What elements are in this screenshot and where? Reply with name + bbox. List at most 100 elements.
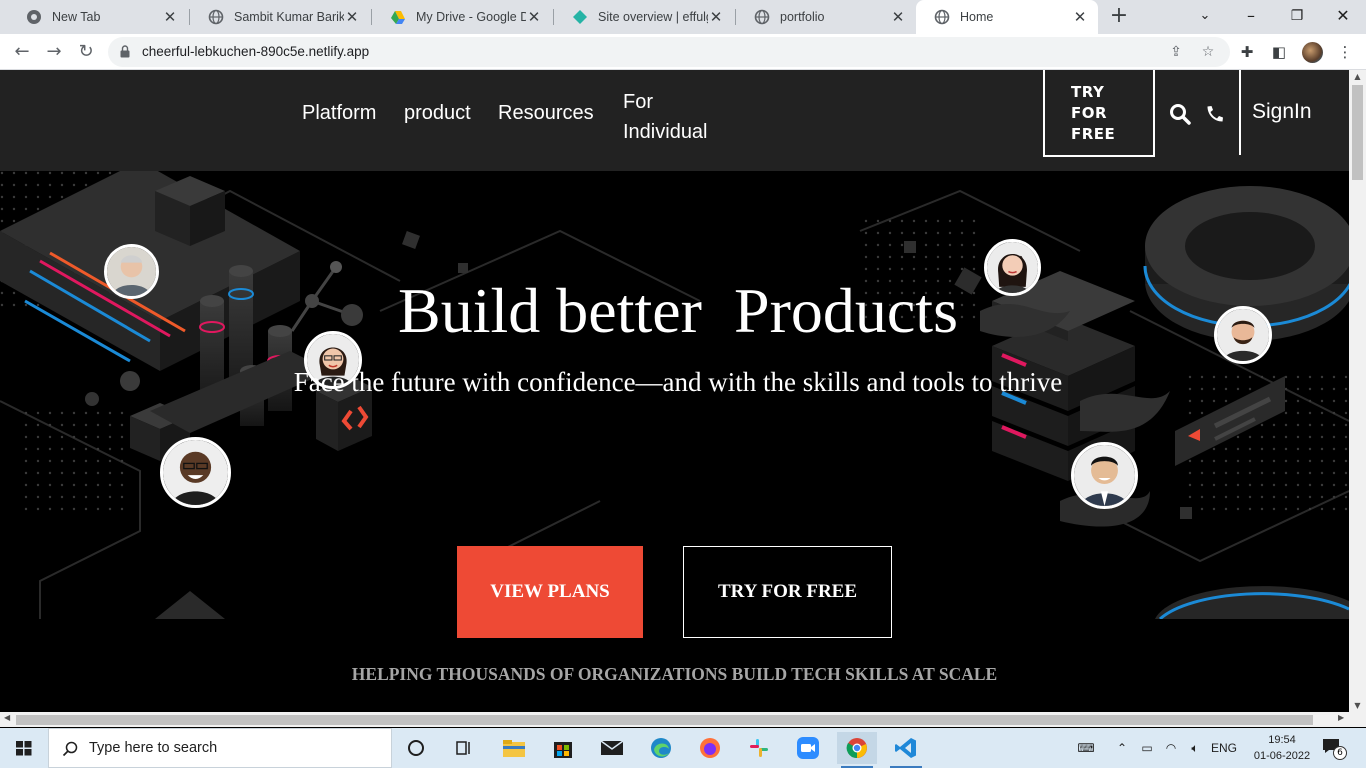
- scroll-down-arrow-icon[interactable]: ▼: [1349, 701, 1366, 710]
- file-explorer-icon[interactable]: [494, 732, 534, 764]
- close-tab-icon[interactable]: ✕: [708, 8, 724, 26]
- nav-for-individual[interactable]: For Individual: [623, 87, 708, 147]
- cortana-icon[interactable]: [396, 732, 436, 764]
- try-line2: FOR: [1071, 104, 1108, 122]
- forward-button[interactable]: →: [40, 38, 68, 66]
- globe-icon: [754, 9, 770, 25]
- chrome-icon: [27, 10, 41, 24]
- restore-button[interactable]: ❐: [1274, 0, 1320, 34]
- close-tab-icon[interactable]: ✕: [890, 8, 906, 26]
- edge-icon[interactable]: [641, 732, 681, 764]
- taskbar-search-placeholder: Type here to search: [89, 740, 218, 756]
- google-drive-icon: [391, 11, 405, 24]
- tab-search-chevron-icon[interactable]: ⌄: [1182, 0, 1228, 34]
- tab-title: portfolio: [780, 10, 825, 24]
- browser-toolbar: ← → ↻ cheerful-lebkuchen-890c5e.netlify.…: [0, 34, 1366, 70]
- notification-center-icon[interactable]: 6: [1322, 738, 1347, 760]
- clock-time: 19:54: [1268, 734, 1296, 746]
- taskbar-clock[interactable]: 19:54 01-06-2022: [1252, 732, 1312, 764]
- volume-icon[interactable]: 🔈︎: [1184, 728, 1206, 768]
- nav-resources[interactable]: Resources: [498, 102, 594, 125]
- share-icon[interactable]: ⇪: [1166, 42, 1186, 62]
- person-avatar: [1071, 442, 1138, 509]
- browser-tab-strip: New Tab ✕ Sambit Kumar Barik | F ✕ My Dr…: [0, 0, 1366, 34]
- address-bar[interactable]: cheerful-lebkuchen-890c5e.netlify.app ⇪ …: [108, 37, 1230, 67]
- microsoft-store-icon[interactable]: [543, 732, 583, 764]
- person-avatar: [160, 437, 231, 508]
- windows-taskbar: Type here to search ⌨ ⌃ ▭ ◠ 🔈︎ ENG 19:54…: [0, 728, 1366, 768]
- web-page: Platform product Resources For Individua…: [0, 70, 1349, 712]
- task-view-icon[interactable]: [444, 732, 484, 764]
- tab-new-tab[interactable]: New Tab ✕: [8, 0, 188, 34]
- search-icon: [62, 741, 78, 757]
- notification-count-badge: 6: [1333, 746, 1347, 760]
- reload-button[interactable]: ↻: [72, 38, 100, 66]
- header-try-for-free-button[interactable]: TRY FOR FREE: [1043, 70, 1155, 157]
- firefox-icon[interactable]: [690, 732, 730, 764]
- close-tab-icon[interactable]: ✕: [344, 8, 360, 26]
- try-line3: FREE: [1071, 125, 1116, 143]
- view-plans-button[interactable]: VIEW PLANS: [457, 546, 643, 638]
- tab-google-drive[interactable]: My Drive - Google Dri ✕: [372, 0, 552, 34]
- scroll-left-arrow-icon[interactable]: ◀: [4, 713, 10, 722]
- try-line1: TRY: [1071, 83, 1105, 101]
- close-tab-icon[interactable]: ✕: [526, 8, 542, 26]
- tab-sambit[interactable]: Sambit Kumar Barik | F ✕: [190, 0, 370, 34]
- nav-for-line2: Individual: [623, 121, 708, 143]
- scroll-up-arrow-icon[interactable]: ▲: [1349, 72, 1366, 81]
- header-divider: [1239, 70, 1241, 155]
- horizontal-scroll-thumb[interactable]: [16, 715, 1313, 725]
- tab-title: Home: [960, 10, 994, 24]
- extensions-puzzle-icon[interactable]: ✚: [1236, 41, 1258, 63]
- tab-title: New Tab: [52, 10, 101, 24]
- menu-kebab-icon[interactable]: ⋮: [1334, 41, 1356, 63]
- scroll-right-arrow-icon[interactable]: ▶: [1338, 713, 1344, 722]
- minimize-button[interactable]: –: [1228, 0, 1274, 34]
- lock-icon: [120, 45, 130, 58]
- tab-netlify[interactable]: Site overview | effulge ✕: [554, 0, 734, 34]
- tab-portfolio[interactable]: portfolio ✕: [736, 0, 916, 34]
- search-icon[interactable]: [1168, 102, 1192, 126]
- side-panel-icon[interactable]: ◧: [1268, 41, 1290, 63]
- close-tab-icon[interactable]: ✕: [1072, 8, 1088, 26]
- hero-headline: Build better Products: [398, 275, 958, 346]
- site-header: Platform product Resources For Individua…: [0, 70, 1349, 171]
- nav-platform[interactable]: Platform: [302, 102, 376, 125]
- phone-icon[interactable]: [1203, 102, 1227, 126]
- helping-organizations-heading: HELPING THOUSANDS OF ORGANIZATIONS BUILD…: [351, 664, 998, 684]
- tab-home[interactable]: Home ✕: [916, 0, 1098, 34]
- globe-icon: [208, 9, 224, 25]
- close-window-button[interactable]: ✕: [1320, 0, 1366, 34]
- keyboard-layout-icon[interactable]: ⌨: [1068, 728, 1104, 768]
- chrome-taskbar-icon[interactable]: [837, 732, 877, 768]
- close-tab-icon[interactable]: ✕: [162, 8, 178, 26]
- tab-title: Site overview | effulge: [598, 10, 708, 24]
- slack-icon[interactable]: [739, 732, 779, 764]
- try-for-free-button[interactable]: TRY FOR FREE: [683, 546, 892, 638]
- tray-chevron-up-icon[interactable]: ⌃: [1112, 728, 1132, 768]
- profile-avatar[interactable]: [1302, 42, 1323, 63]
- taskbar-search-box[interactable]: Type here to search: [48, 728, 392, 768]
- language-indicator[interactable]: ENG: [1208, 728, 1240, 768]
- nav-product[interactable]: product: [404, 102, 471, 125]
- zoom-icon[interactable]: [788, 732, 828, 764]
- bookmark-star-icon[interactable]: ☆: [1198, 42, 1218, 62]
- back-button[interactable]: ←: [8, 38, 36, 66]
- tab-title: My Drive - Google Dri: [416, 10, 526, 24]
- clock-date: 01-06-2022: [1253, 750, 1311, 762]
- vertical-scroll-thumb[interactable]: [1352, 85, 1363, 180]
- nav-signin[interactable]: SignIn: [1252, 100, 1312, 124]
- vscode-icon[interactable]: [886, 732, 926, 768]
- hero-subheadline: Face the future with confidence—and with…: [293, 367, 1063, 397]
- windows-start-icon[interactable]: [0, 728, 48, 768]
- netlify-icon: [573, 10, 587, 24]
- mail-icon[interactable]: [592, 732, 632, 764]
- wifi-icon[interactable]: ◠: [1160, 728, 1182, 768]
- new-tab-button[interactable]: +: [1106, 4, 1132, 30]
- globe-icon: [934, 9, 950, 25]
- horizontal-scrollbar[interactable]: ◀ ▶: [0, 712, 1366, 727]
- vertical-scrollbar[interactable]: ▲ ▼: [1349, 70, 1366, 712]
- url-text[interactable]: cheerful-lebkuchen-890c5e.netlify.app: [142, 44, 369, 59]
- nav-for-line1: For: [623, 91, 653, 113]
- battery-icon[interactable]: ▭: [1136, 728, 1158, 768]
